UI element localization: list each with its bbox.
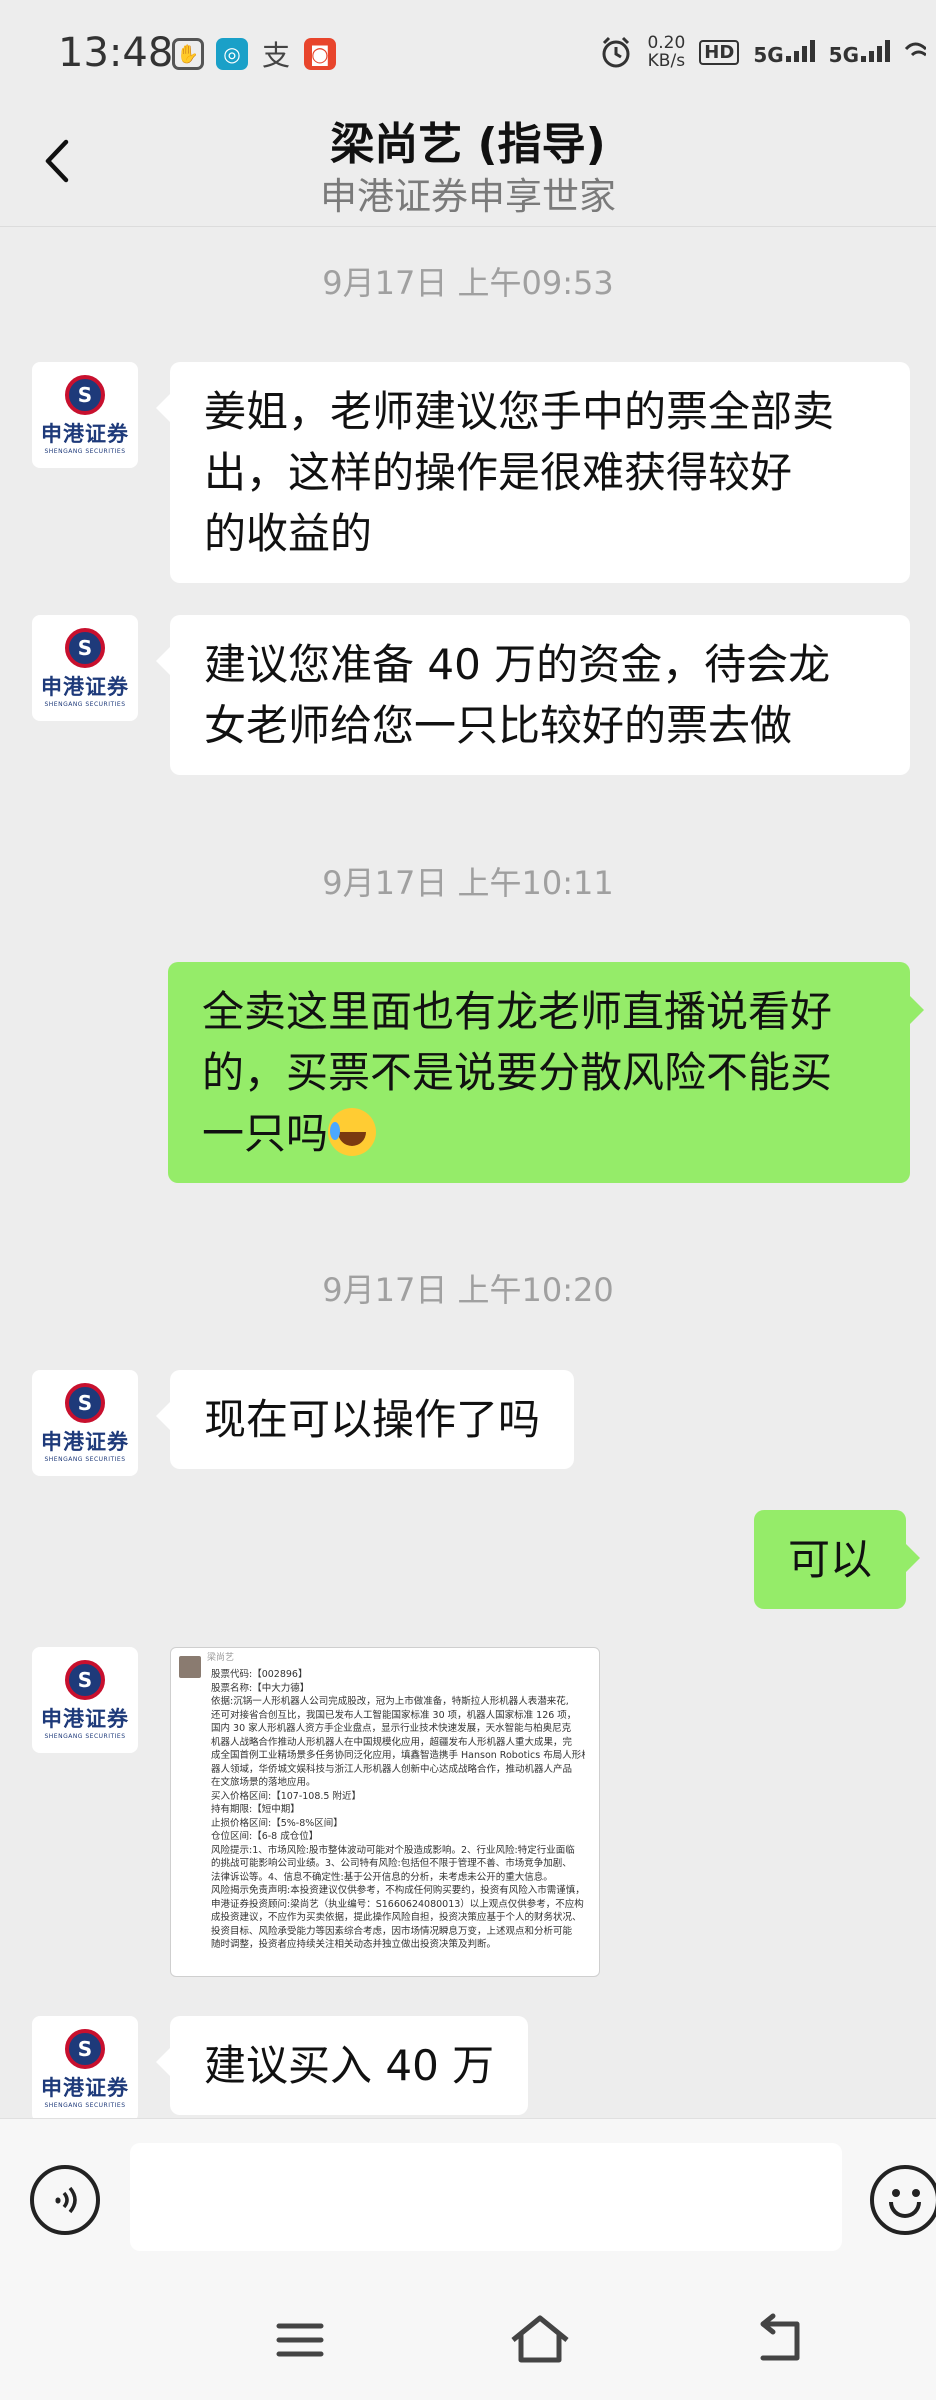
image-text-line: 仓位区间:【6-8 成仓位】 (211, 1831, 319, 1842)
status-time: 13:48 (58, 30, 174, 76)
image-text-line: 止损价格区间:【5%-8%区间】 (211, 1817, 343, 1829)
image-text-line: 股票代码:【002896】 (211, 1669, 308, 1680)
tears-of-joy-emoji-icon (328, 1108, 377, 1156)
signal-icon: 5G (753, 38, 815, 67)
avatar[interactable]: S 申港证券 SHENGANG SECURITIES (32, 1647, 138, 1753)
avatar[interactable]: S 申港证券 SHENGANG SECURITIES (32, 2016, 138, 2122)
message-bubble[interactable]: 现在可以操作了吗 (155, 1370, 575, 1469)
system-nav-bar (0, 2280, 936, 2400)
image-text-line: 持有期限:【短中期】 (211, 1804, 300, 1815)
image-text-line: 股票名称:【中大力德】 (211, 1682, 310, 1694)
chat-title: 梁尚艺 (指导) (330, 119, 606, 170)
image-text-line: 申港证券投资顾问:梁尚艺（执业编号：S1660624080013）以上观点仅供参… (211, 1898, 584, 1910)
brand-logo-icon: S (65, 1660, 105, 1700)
alipay-icon: 支 (261, 39, 290, 72)
image-text-line: 在文旅场景的落地应用。 (211, 1777, 316, 1788)
timestamp: 9月17日 上午10:11 (322, 864, 614, 902)
status-bar: 13:48 ✋ ◎ 支 ◙ 0.20 KB/s HD 5G 5G (0, 0, 936, 110)
image-text-line: 法律诉讼等。4、信息不确定性:基于公开信息的分析，未考虑未公开的重大信息。 (211, 1871, 553, 1883)
menu-icon[interactable] (265, 2310, 335, 2370)
brand-logo-icon: S (65, 1383, 105, 1423)
alarm-icon (602, 36, 630, 68)
message-bubble[interactable]: 姜姐，老师建议您手中的票全部卖 出，这样的操作是很难获得较好 的收益的 (156, 362, 910, 583)
image-text: 股票代码:【002896】 股票名称:【中大力德】依据:沉锅一人形机器人公司完成股… (211, 1668, 585, 1952)
app-icon: ◎ (216, 38, 248, 70)
image-text-line: 成投资建议，不应作为买卖依据，提此操作风险自担，投资决策应基于个人的财务状况、 (211, 1912, 582, 1923)
avatar[interactable]: S 申港证券 SHENGANG SECURITIES (32, 1370, 138, 1476)
brand-logo-icon: S (65, 375, 105, 415)
wifi-icon (904, 42, 926, 57)
avatar[interactable]: S 申港证券 SHENGANG SECURITIES (32, 362, 138, 468)
image-text-line: 投资目标、风险承受能力等因素综合考虑，因市场情况瞬息万变，上述观点和分析可能 (211, 1925, 573, 1937)
message-bubble-self[interactable]: 可以 (754, 1510, 921, 1609)
image-text-line: 的挑战可能影响公司业绩。3、公司特有风险:包括但不限于管理不善、市场竞争加剧、 (211, 1858, 572, 1869)
image-text-line: 风险提示:1、市场风险:股市整体波动可能对个股造成影响。2、行业风险:特定行业面… (211, 1844, 575, 1856)
image-text-line: 国内 30 家人形机器人资方手企业盘点，显示行业技术快速发展，天水智能与柏奥尼克 (211, 1723, 572, 1734)
message-input[interactable] (130, 2143, 842, 2251)
signal-icon-2: 5G (829, 38, 890, 67)
status-right-icons: 0.20 KB/s HD 5G 5G (599, 34, 926, 70)
image-text-line: 还可对接省合创互比，我国已发布人工智能国家标准 30 项，机器人国家标准 126… (211, 1709, 577, 1721)
voice-input-icon[interactable] (30, 2165, 100, 2235)
news-icon: ◙ (304, 38, 336, 70)
chat-subtitle: 申港证券申享世家 (320, 175, 616, 218)
image-text-line: 成全国首例工业精场景多任务协同泛化应用，填鑫智造携手 Hanson Roboti… (211, 1750, 585, 1761)
message-bubble[interactable]: 建议您准备 40 万的资金，待会龙 女老师给您一只比较好的票去做 (156, 615, 910, 775)
image-text-line: 买入价格区间:【107-108.5 附近】 (211, 1790, 361, 1802)
hd-voice-icon: HD (699, 39, 740, 65)
image-sender-avatar (179, 1656, 201, 1678)
brand-logo-icon: S (65, 628, 105, 668)
message-bubble[interactable]: 建议买入 40 万 (155, 2016, 529, 2115)
image-text-line: 随时调整，投资者应持续关注相关动态并独立做出投资决策及判断。 (211, 1939, 497, 1950)
back-nav-icon[interactable] (745, 2310, 815, 2370)
home-icon[interactable] (505, 2310, 575, 2370)
header-divider (0, 226, 936, 227)
input-bar (0, 2118, 936, 2280)
image-text-line: 机器人战略合作推动人形机器人在中国规模化应用，超疆发布人形机器人重大成果，完 (211, 1736, 573, 1748)
net-speed: 0.20 KB/s (647, 33, 686, 71)
image-text-line: 依据:沉锅一人形机器人公司完成股改，冠为上市做准备，特斯拉人形机器人表潜来花, (211, 1696, 569, 1707)
image-message[interactable]: 梁尚艺 股票代码:【002896】 股票名称:【中大力德】依据:沉锅一人形机器人公… (170, 1647, 600, 1977)
chat-header: 梁尚艺 (指导) 申港证券申享世家 (0, 100, 936, 225)
image-text-line: 风险揭示免责声明:本投资建议仅供参考，不构成任何购买要约，投资有风险入市需谨慎， (211, 1885, 585, 1896)
vpn-icon: ✋ (172, 38, 204, 70)
emoji-icon[interactable] (870, 2165, 936, 2235)
status-left-icons: ✋ ◎ 支 ◙ (172, 38, 336, 72)
avatar[interactable]: S 申港证券 SHENGANG SECURITIES (32, 615, 138, 721)
timestamp: 9月17日 上午09:53 (322, 264, 614, 302)
brand-logo-icon: S (65, 2029, 105, 2069)
message-bubble-self[interactable]: 全卖这里面也有龙老师直播说看好 的，买票不是说要分散风险不能买 一只吗 (168, 962, 924, 1183)
timestamp: 9月17日 上午10:20 (322, 1271, 614, 1309)
image-sender-name: 梁尚艺 (207, 1653, 235, 1663)
image-text-line: 器人领域，华侨城文娱科技与浙江人形机器人创新中心达成战略合作，推动机器人产品 (211, 1763, 573, 1775)
